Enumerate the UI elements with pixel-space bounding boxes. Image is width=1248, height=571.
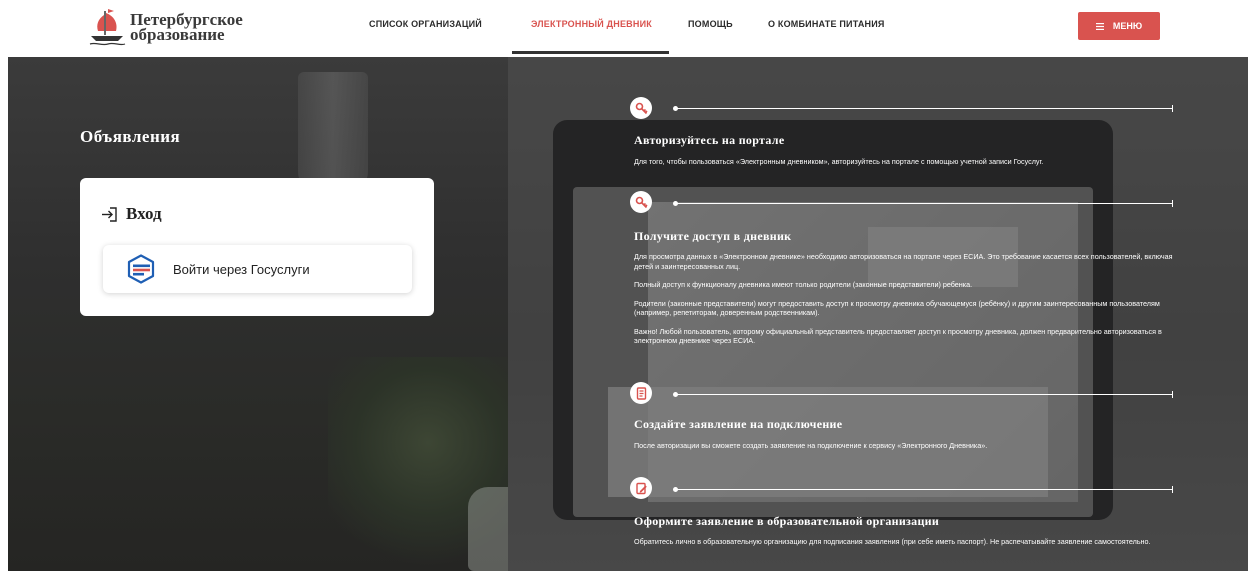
step-2-paragraph: Важно! Любой пользователь, которому офиц… bbox=[634, 326, 1162, 346]
step-3-text: После авторизации вы сможете создать зая… bbox=[634, 441, 1180, 451]
step-4-text: Обратитесь лично в образовательную орган… bbox=[634, 537, 1180, 547]
logo-line-2: образование bbox=[130, 25, 225, 44]
ship-logo-icon bbox=[89, 9, 126, 46]
gosuslugi-login-label: Войти через Госуслуги bbox=[173, 261, 310, 277]
menu-button-label: МЕНЮ bbox=[1112, 21, 1143, 31]
step-2-line bbox=[673, 200, 1173, 207]
login-arrow-icon bbox=[102, 206, 117, 222]
background-lamp bbox=[298, 72, 368, 192]
login-title: Вход bbox=[126, 204, 162, 223]
step-1-paragraph: Для того, чтобы пользоваться «Электронны… bbox=[634, 157, 1044, 166]
hamburger-icon bbox=[1095, 22, 1104, 30]
nav-organizations-list[interactable]: Список организаций bbox=[369, 19, 482, 29]
logo-text: Петербургское образование bbox=[130, 11, 243, 44]
hero-section: Объявления Вход Войти через Госуслуги Ав… bbox=[8, 57, 1248, 571]
nav-food-plant[interactable]: О комбинате питания bbox=[768, 19, 885, 29]
step-1-icon bbox=[630, 97, 652, 119]
step-3-paragraph: После авторизации вы сможете создать зая… bbox=[634, 441, 988, 450]
menu-button[interactable]: МЕНЮ bbox=[1078, 12, 1160, 40]
step-2-paragraph: Полный доступ к функционалу дневника име… bbox=[634, 280, 973, 289]
active-nav-underline bbox=[512, 51, 669, 54]
nav-electronic-diary[interactable]: Электронный дневник bbox=[531, 19, 652, 29]
step-3-icon bbox=[630, 382, 652, 404]
key-icon bbox=[635, 196, 648, 208]
step-3-line bbox=[673, 391, 1173, 398]
step-1-title: Авторизуйтесь на портале bbox=[634, 133, 785, 147]
document-icon bbox=[636, 386, 646, 400]
step-2-text: Для просмотра данных в «Электронном днев… bbox=[634, 252, 1180, 346]
announcements-title: Объявления bbox=[80, 127, 181, 146]
key-icon bbox=[635, 102, 648, 114]
login-card: Вход Войти через Госуслуги bbox=[80, 178, 434, 316]
step-2-icon bbox=[630, 191, 652, 213]
login-header: Вход bbox=[101, 204, 162, 224]
step-2-title: Получите доступ в дневник bbox=[634, 229, 792, 243]
step-1-line bbox=[673, 105, 1173, 112]
gosuslugi-logo-icon bbox=[127, 254, 155, 284]
step-2-paragraph: Для просмотра данных в «Электронном днев… bbox=[634, 252, 1173, 271]
step-4-line bbox=[673, 486, 1173, 493]
gosuslugi-login-button[interactable]: Войти через Госуслуги bbox=[103, 245, 412, 293]
site-header: Петербургское образование Список организ… bbox=[0, 0, 1248, 57]
step-4-title: Оформите заявление в образовательной орг… bbox=[634, 514, 940, 528]
step-3-title: Создайте заявление на подключение bbox=[634, 417, 843, 431]
edit-document-icon bbox=[635, 482, 647, 494]
step-4-icon bbox=[630, 477, 652, 499]
step-4-paragraph: Обратитесь лично в образовательную орган… bbox=[634, 537, 1151, 546]
step-2-paragraph: Родители (законные представители) могут … bbox=[634, 298, 1160, 318]
step-1-text: Для того, чтобы пользоваться «Электронны… bbox=[634, 157, 1180, 167]
nav-help[interactable]: Помощь bbox=[688, 19, 733, 29]
site-logo[interactable]: Петербургское образование bbox=[88, 6, 243, 48]
